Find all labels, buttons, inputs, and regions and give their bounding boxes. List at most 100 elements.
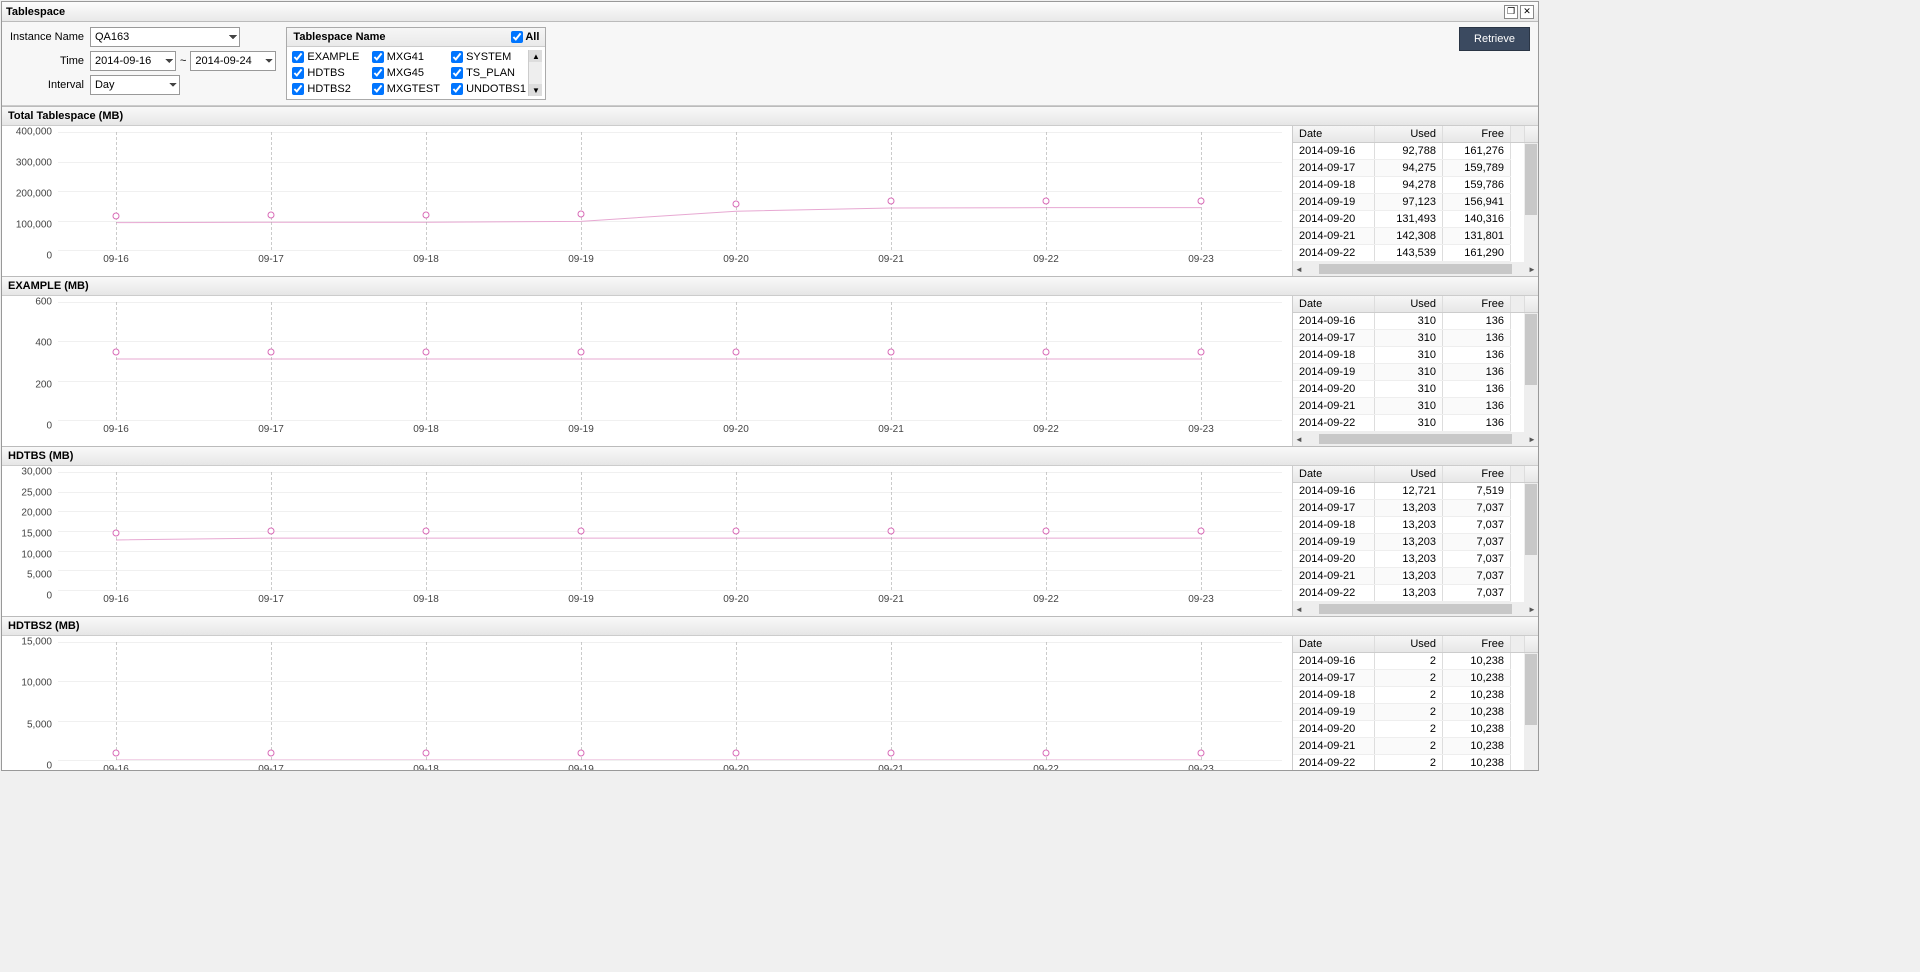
chart-example: 020040060009-1609-1709-1809-1909-2009-21…: [2, 296, 1292, 446]
table-row[interactable]: 2014-09-1894,278159,786: [1293, 177, 1511, 194]
chevron-up-icon[interactable]: ▲: [529, 50, 542, 62]
cell-used: 13,203: [1375, 500, 1443, 516]
col-date[interactable]: Date: [1293, 126, 1375, 142]
cell-used: 92,788: [1375, 143, 1443, 159]
maximize-icon[interactable]: ❐: [1504, 5, 1518, 19]
tablespace-item[interactable]: UNDOTBS1: [449, 82, 528, 96]
cell-free: 10,238: [1443, 653, 1511, 669]
xlabel: 09-22: [1033, 594, 1059, 605]
instance-select[interactable]: QA163: [90, 27, 240, 47]
col-date[interactable]: Date: [1293, 466, 1375, 482]
line-dot: [1043, 197, 1050, 204]
tablespace-checkbox[interactable]: [292, 51, 304, 63]
table-row[interactable]: 2014-09-22143,539161,290: [1293, 245, 1511, 262]
vscrollbar[interactable]: [1524, 313, 1538, 432]
cell-date: 2014-09-18: [1293, 687, 1375, 703]
line-dot: [888, 749, 895, 756]
col-date[interactable]: Date: [1293, 636, 1375, 652]
date-to[interactable]: 2014-09-24: [190, 51, 276, 71]
vscrollbar[interactable]: [1524, 143, 1538, 262]
tablespace-checkbox[interactable]: [451, 83, 463, 95]
tablespace-all-checkbox[interactable]: [511, 31, 523, 43]
col-used[interactable]: Used: [1375, 296, 1443, 312]
vscrollbar[interactable]: [1524, 483, 1538, 602]
line-dot: [113, 212, 120, 219]
vscrollbar[interactable]: [1524, 653, 1538, 770]
table-row[interactable]: 2014-09-17210,238: [1293, 670, 1511, 687]
tablespace-item[interactable]: MXGTEST: [370, 82, 449, 96]
table-row[interactable]: 2014-09-21210,238: [1293, 738, 1511, 755]
table-row[interactable]: 2014-09-1794,275159,789: [1293, 160, 1511, 177]
table-row[interactable]: 2014-09-2113,2037,037: [1293, 568, 1511, 585]
tablespace-item[interactable]: HDTBS2: [290, 82, 369, 96]
retrieve-button[interactable]: Retrieve: [1459, 27, 1530, 51]
cell-free: 136: [1443, 415, 1511, 431]
cell-date: 2014-09-22: [1293, 755, 1375, 770]
date-from[interactable]: 2014-09-16: [90, 51, 176, 71]
content[interactable]: Total Tablespace (MB)0100,000200,000300,…: [2, 106, 1538, 770]
col-free[interactable]: Free: [1443, 126, 1511, 142]
table-row[interactable]: 2014-09-1997,123156,941: [1293, 194, 1511, 211]
line-dot: [578, 349, 585, 356]
table-row[interactable]: 2014-09-2213,2037,037: [1293, 585, 1511, 602]
table-row[interactable]: 2014-09-20131,493140,316: [1293, 211, 1511, 228]
chevron-down-icon[interactable]: ▼: [529, 84, 542, 96]
table-row[interactable]: 2014-09-1713,2037,037: [1293, 500, 1511, 517]
tablespace-item[interactable]: MXG45: [370, 66, 449, 80]
table-row[interactable]: 2014-09-18310136: [1293, 347, 1511, 364]
table-row[interactable]: 2014-09-1692,788161,276: [1293, 143, 1511, 160]
hscrollbar[interactable]: ◄►: [1293, 602, 1538, 616]
cell-date: 2014-09-20: [1293, 381, 1375, 397]
table-row[interactable]: 2014-09-19210,238: [1293, 704, 1511, 721]
tablespace-scroll[interactable]: ▲ ▼: [528, 50, 542, 96]
cell-date: 2014-09-19: [1293, 704, 1375, 720]
table-row[interactable]: 2014-09-1813,2037,037: [1293, 517, 1511, 534]
tablespace-item[interactable]: MXG41: [370, 50, 449, 64]
table-row[interactable]: 2014-09-21142,308131,801: [1293, 228, 1511, 245]
tablespace-item[interactable]: EXAMPLE: [290, 50, 369, 64]
col-used[interactable]: Used: [1375, 466, 1443, 482]
table-row[interactable]: 2014-09-16310136: [1293, 313, 1511, 330]
col-used[interactable]: Used: [1375, 126, 1443, 142]
tablespace-item[interactable]: SYSTEM: [449, 50, 528, 64]
hscrollbar[interactable]: ◄►: [1293, 262, 1538, 276]
tablespace-checkbox[interactable]: [292, 67, 304, 79]
col-free[interactable]: Free: [1443, 296, 1511, 312]
table-row[interactable]: 2014-09-20310136: [1293, 381, 1511, 398]
tablespace-checkbox[interactable]: [451, 51, 463, 63]
tablespace-item[interactable]: TS_PLAN: [449, 66, 528, 80]
tablespace-checkbox[interactable]: [372, 83, 384, 95]
tablespace-checkbox[interactable]: [372, 67, 384, 79]
interval-select[interactable]: Day: [90, 75, 180, 95]
table-row[interactable]: 2014-09-19310136: [1293, 364, 1511, 381]
table-row[interactable]: 2014-09-20210,238: [1293, 721, 1511, 738]
ytick: 400: [35, 338, 52, 349]
section-hdtbs2: HDTBS2 (MB)05,00010,00015,00009-1609-170…: [2, 616, 1538, 770]
table-row[interactable]: 2014-09-1913,2037,037: [1293, 534, 1511, 551]
xlabel: 09-19: [568, 254, 594, 265]
col-free[interactable]: Free: [1443, 636, 1511, 652]
table-row[interactable]: 2014-09-22310136: [1293, 415, 1511, 432]
col-free[interactable]: Free: [1443, 466, 1511, 482]
table-row[interactable]: 2014-09-1612,7217,519: [1293, 483, 1511, 500]
cell-date: 2014-09-21: [1293, 738, 1375, 754]
cell-date: 2014-09-17: [1293, 160, 1375, 176]
line-dot: [113, 749, 120, 756]
table-row[interactable]: 2014-09-2013,2037,037: [1293, 551, 1511, 568]
table-row[interactable]: 2014-09-21310136: [1293, 398, 1511, 415]
col-date[interactable]: Date: [1293, 296, 1375, 312]
table-row[interactable]: 2014-09-22210,238: [1293, 755, 1511, 770]
tablespace-checkbox[interactable]: [451, 67, 463, 79]
tablespace-checkbox[interactable]: [372, 51, 384, 63]
cell-free: 156,941: [1443, 194, 1511, 210]
cell-used: 143,539: [1375, 245, 1443, 261]
col-used[interactable]: Used: [1375, 636, 1443, 652]
table-row[interactable]: 2014-09-17310136: [1293, 330, 1511, 347]
table-row[interactable]: 2014-09-18210,238: [1293, 687, 1511, 704]
tablespace-item[interactable]: HDTBS: [290, 66, 369, 80]
cell-date: 2014-09-18: [1293, 347, 1375, 363]
tablespace-checkbox[interactable]: [292, 83, 304, 95]
table-row[interactable]: 2014-09-16210,238: [1293, 653, 1511, 670]
close-icon[interactable]: ✕: [1520, 5, 1534, 19]
hscrollbar[interactable]: ◄►: [1293, 432, 1538, 446]
